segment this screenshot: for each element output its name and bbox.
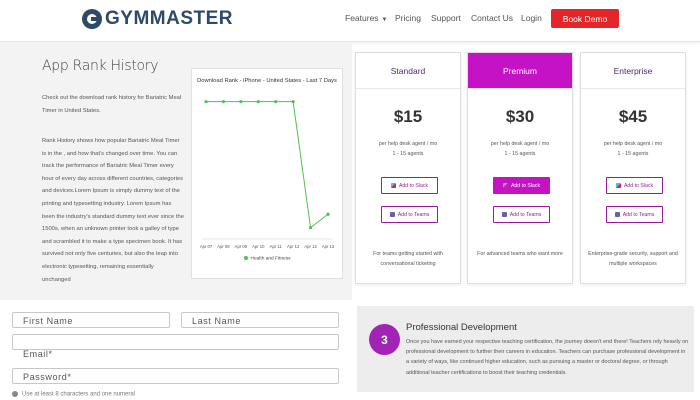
pd-title: Professional Development <box>406 322 517 333</box>
password-field[interactable]: Password* <box>12 368 339 384</box>
slack-icon <box>502 183 508 188</box>
plan-name: Enterprise <box>581 53 685 89</box>
plan-footer-text: For advanced teams who want more <box>477 251 563 257</box>
slack-icon <box>615 183 621 188</box>
email-placeholder: Email* <box>23 349 53 359</box>
add-to-teams-button[interactable]: Add to Teams <box>381 206 438 223</box>
plan-per-agent: per help desk agent / mo <box>603 141 663 147</box>
data-point <box>239 100 243 104</box>
signup-form: First Name Last Name Email* Password* Us… <box>0 300 352 400</box>
slack-icon <box>390 183 396 188</box>
nav-pricing[interactable]: Pricing <box>395 13 421 23</box>
plan-price: $15 <box>393 107 423 126</box>
plan-agent-range: 1 - 15 agents <box>392 151 424 157</box>
add-to-slack-button[interactable]: Add to Slack <box>381 177 438 194</box>
plan-name: Premium <box>468 53 572 89</box>
professional-development-card: 3 Professional Development Once you have… <box>357 306 694 392</box>
brand-name: GYMMASTER <box>105 8 233 29</box>
plan-footer-text: Enterprise-grade security, support and m… <box>588 251 678 267</box>
x-tick-label: Apr 11 <box>270 244 283 249</box>
data-point <box>291 100 295 104</box>
download-rank-chart: Download Rank - iPhone - United States -… <box>191 68 343 279</box>
password-hint: Use at least 8 characters and one numera… <box>12 391 135 398</box>
nav-contact-us[interactable]: Contact Us <box>471 13 513 23</box>
plan-card-premium: Premium $30 per help desk agent / mo 1 -… <box>467 52 573 284</box>
teams-icon <box>614 212 620 217</box>
add-to-teams-button[interactable]: Add to Teams <box>606 206 663 223</box>
add-to-teams-label: Add to Teams <box>509 211 542 218</box>
book-demo-button[interactable]: Book Demo <box>551 9 619 28</box>
app-rank-history-section: App Rank History Check out the download … <box>0 43 352 300</box>
add-to-slack-button[interactable]: Add to Slack <box>493 177 550 194</box>
add-to-slack-label: Add to Slack <box>398 182 429 189</box>
x-tick-label: Apr 09 <box>235 244 248 249</box>
x-tick-label: Apr 13 <box>322 244 335 249</box>
data-point <box>204 100 208 104</box>
plan-description: per help desk agent / mo 1 - 15 agents <box>468 139 572 159</box>
plan-per-agent: per help desk agent / mo <box>490 141 550 147</box>
chart-canvas: Apr 07 Apr 08 Apr 09 Apr 10 Apr 11 Apr 12 Apr … <box>200 100 335 249</box>
first-name-placeholder: First Name <box>23 316 74 326</box>
add-to-slack-label: Add to Slack <box>623 182 654 189</box>
add-to-slack-label: Add to Slack <box>510 182 541 189</box>
add-to-slack-button[interactable]: Add to Slack <box>606 177 663 194</box>
data-point <box>274 100 278 104</box>
data-point <box>308 226 313 230</box>
plan-agent-range: 1 - 15 agents <box>617 151 649 157</box>
rank-title: App Rank History <box>42 58 159 74</box>
plan-name: Standard <box>356 53 460 89</box>
plan-card-enterprise: Enterprise $45 per help desk agent / mo … <box>580 52 686 284</box>
info-icon <box>12 391 18 397</box>
pd-text: Once you have earned your respective tea… <box>406 339 689 376</box>
step-number-badge: 3 <box>369 324 400 355</box>
legend-swatch <box>243 256 248 260</box>
password-hint-text: Use at least 8 characters and one numera… <box>22 391 136 398</box>
plan-agent-range: 1 - 15 agents <box>504 151 536 157</box>
teams-icon <box>389 212 395 217</box>
nav-features-label: Features <box>345 13 379 23</box>
data-point <box>256 100 260 104</box>
nav-login[interactable]: Login <box>521 13 542 23</box>
add-to-teams-label: Add to Teams <box>622 211 655 218</box>
data-point <box>326 212 330 216</box>
page: GYMMASTER Features ▼ Pricing Support Cont… <box>0 0 700 400</box>
x-tick-label: Apr 10 <box>252 244 265 249</box>
teams-icon <box>501 212 507 217</box>
rank-intro-text: Check out the download rank history for … <box>42 95 182 114</box>
nav-support[interactable]: Support <box>431 13 461 23</box>
last-name-placeholder: Last Name <box>192 316 241 326</box>
x-tick-label: Apr 08 <box>217 244 230 249</box>
chart-legend: Health and Fitness <box>192 256 342 261</box>
x-tick-label: Apr 13 <box>304 244 317 249</box>
email-field[interactable]: Email* <box>12 334 339 359</box>
add-to-teams-button[interactable]: Add to Teams <box>493 206 550 223</box>
data-point <box>221 100 226 104</box>
last-name-field[interactable]: Last Name <box>181 312 339 328</box>
plan-description: per help desk agent / mo 1 - 15 agents <box>581 139 685 159</box>
first-name-field[interactable]: First Name <box>12 312 170 328</box>
top-navigation-bar: GYMMASTER Features ▼ Pricing Support Cont… <box>0 0 700 42</box>
plan-description: per help desk agent / mo 1 - 15 agents <box>356 139 460 159</box>
gymmaster-logo[interactable]: GYMMASTER <box>82 8 233 30</box>
x-tick-label: Apr 12 <box>287 244 300 249</box>
plan-card-standard: Standard $15 per help desk agent / mo 1 … <box>355 52 461 284</box>
plan-footer-text: For teams getting started with conversat… <box>373 251 443 267</box>
plan-price: $45 <box>618 107 648 126</box>
password-placeholder: Password* <box>23 372 72 382</box>
series-line <box>206 101 329 229</box>
chevron-down-icon: ▼ <box>381 17 388 23</box>
rank-body-text: Rank History shows how popular Bariatric… <box>42 138 184 283</box>
add-to-teams-label: Add to Teams <box>397 211 430 218</box>
x-tick-label: Apr 07 <box>200 244 213 249</box>
nav-features[interactable]: Features ▼ <box>345 13 388 23</box>
legend-label: Health and Fitness <box>250 256 291 262</box>
plan-price: $30 <box>505 107 535 126</box>
gymmaster-logo-icon <box>82 9 102 29</box>
plan-per-agent: per help desk agent / mo <box>378 141 438 147</box>
